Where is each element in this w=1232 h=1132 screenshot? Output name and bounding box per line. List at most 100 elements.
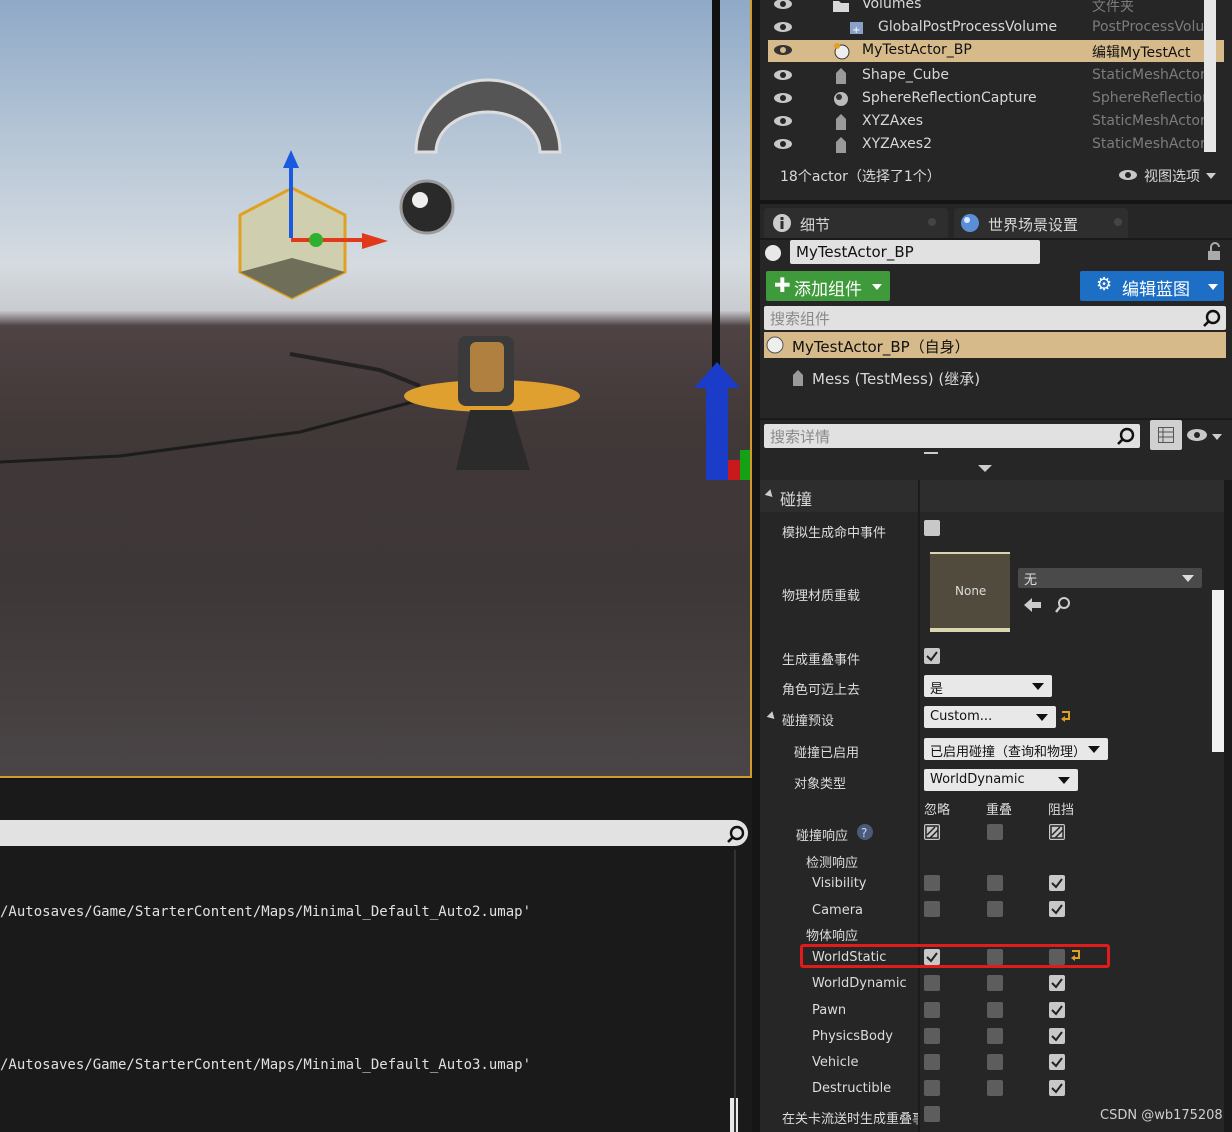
response-ignore-checkbox[interactable] — [924, 875, 940, 891]
lock-icon[interactable] — [1206, 242, 1222, 262]
search-details-input[interactable]: 搜索详情 — [764, 424, 1140, 448]
response-overlap-checkbox[interactable] — [987, 1054, 1003, 1070]
response-label: Destructible — [812, 1081, 892, 1096]
outliner-row[interactable]: Volumes 文件夹 — [768, 0, 1224, 16]
collision-enabled-dropdown[interactable]: 已启用碰撞（查询和物理） — [924, 738, 1108, 760]
tab-details[interactable]: 细节 — [764, 208, 948, 238]
streaming-overlap-checkbox[interactable] — [924, 1106, 940, 1122]
response-overlap-checkbox[interactable] — [987, 875, 1003, 891]
responses-ignore-all-checkbox[interactable] — [924, 824, 940, 840]
response-block-checkbox[interactable] — [1049, 901, 1065, 917]
edit-blueprint-button[interactable]: ⚙ 编辑蓝图 — [1080, 271, 1224, 301]
gen-overlap-checkbox[interactable] — [924, 648, 940, 664]
outliner-row-type: PostProcessVolu — [1092, 19, 1205, 35]
actor-sphere-icon — [765, 245, 781, 261]
outliner-row-name: Shape_Cube — [862, 67, 949, 83]
visibility-eye-icon[interactable] — [772, 43, 794, 57]
outliner-row-name: MyTestActor_BP — [862, 42, 972, 58]
response-overlap-checkbox[interactable] — [987, 1002, 1003, 1018]
visibility-eye-icon[interactable] — [772, 0, 794, 11]
reflection-capture-icon — [834, 92, 848, 106]
visibility-eye-icon[interactable] — [772, 68, 794, 82]
static-mesh-icon — [836, 68, 846, 84]
chevron-down-icon — [1212, 434, 1222, 440]
details-scrollbar[interactable] — [1212, 590, 1224, 752]
prop-label: 碰撞已启用 — [794, 746, 860, 761]
outliner-row[interactable]: MyTestActor_BP 编辑MyTestAct — [768, 40, 1224, 62]
response-overlap-checkbox[interactable] — [987, 1028, 1003, 1044]
responses-overlap-all-checkbox[interactable] — [987, 824, 1003, 840]
actor-name-field[interactable]: MyTestActor_BP — [790, 240, 1040, 264]
sim-hit-checkbox[interactable] — [924, 520, 940, 536]
response-block-checkbox[interactable] — [1049, 875, 1065, 891]
phys-mat-dropdown[interactable]: 无 — [1018, 568, 1202, 588]
visibility-eye-icon[interactable] — [772, 137, 794, 151]
response-ignore-checkbox[interactable] — [924, 1028, 940, 1044]
response-block-checkbox[interactable] — [1049, 1054, 1065, 1070]
outliner-scrollbar[interactable] — [1204, 0, 1216, 152]
column-header-overlap: 重叠 — [986, 803, 1013, 818]
tab-world-settings-label: 世界场景设置 — [988, 216, 1079, 234]
outliner-row-type: 编辑MyTestAct — [1092, 45, 1191, 61]
static-mesh-icon — [836, 137, 846, 153]
svg-text:?: ? — [861, 826, 867, 840]
response-ignore-checkbox[interactable] — [924, 1002, 940, 1018]
response-ignore-checkbox[interactable] — [924, 901, 940, 917]
visibility-eye-icon[interactable] — [772, 91, 794, 105]
section-collision-header[interactable]: 碰撞 — [760, 480, 1232, 512]
response-block-checkbox[interactable] — [1049, 1080, 1065, 1096]
reset-to-default-icon[interactable] — [1060, 710, 1072, 722]
use-selected-arrow-icon[interactable] — [1024, 597, 1042, 613]
response-overlap-checkbox[interactable] — [987, 901, 1003, 917]
search-components-input[interactable]: 搜索组件 — [764, 306, 1226, 330]
response-label: Visibility — [812, 876, 867, 891]
component-row-root[interactable]: MyTestActor_BP（自身） — [764, 332, 1226, 358]
log-filter-input[interactable] — [0, 820, 748, 846]
visibility-eye-icon[interactable] — [772, 114, 794, 128]
eye-icon[interactable] — [1186, 428, 1208, 442]
details-panel: 细节 世界场景设置 MyTestActor_BP ✚ 添加组件 ⚙ 编辑蓝图 搜… — [760, 204, 1232, 1132]
response-overlap-checkbox[interactable] — [987, 975, 1003, 991]
outliner-row[interactable]: + GlobalPostProcessVolume PostProcessVolu — [768, 17, 1224, 39]
collision-preset-dropdown[interactable]: Custom... — [924, 706, 1056, 728]
help-icon[interactable]: ? — [856, 823, 874, 841]
outliner-row[interactable]: Shape_Cube StaticMeshActor — [768, 65, 1224, 87]
z-axis-arrow — [706, 385, 728, 480]
viewport-scene — [0, 0, 750, 480]
response-ignore-checkbox[interactable] — [924, 1080, 940, 1096]
tab-world-settings[interactable]: 世界场景设置 — [954, 208, 1128, 238]
material-thumbnail[interactable]: None — [930, 552, 1010, 632]
can-step-dropdown[interactable]: 是 — [924, 675, 1052, 697]
response-block-checkbox[interactable] — [1049, 1002, 1065, 1018]
response-overlap-checkbox[interactable] — [987, 1080, 1003, 1096]
globe-icon — [961, 214, 979, 232]
prop-label: 碰撞预设 — [782, 714, 835, 729]
outliner-row[interactable]: XYZAxes StaticMeshActor — [768, 111, 1224, 133]
prop-label: 在关卡流送时生成重叠事 — [782, 1112, 918, 1127]
outliner-row[interactable]: XYZAxes2 StaticMeshActor — [768, 134, 1224, 156]
prop-label: 模拟生成命中事件 — [782, 526, 887, 541]
reset-to-default-icon[interactable] — [1070, 949, 1082, 961]
outliner-row[interactable]: SphereReflectionCapture SphereReflection — [768, 88, 1224, 110]
responses-block-all-checkbox[interactable] — [1049, 824, 1065, 840]
response-block-checkbox[interactable] — [1049, 1028, 1065, 1044]
visibility-eye-icon[interactable] — [772, 20, 794, 34]
response-ignore-checkbox[interactable] — [924, 975, 940, 991]
expand-arrow-icon[interactable] — [978, 465, 992, 472]
prop-label: 角色可迈上去 — [782, 683, 861, 698]
prop-label: 生成重叠事件 — [782, 653, 861, 668]
prop-label: 碰撞响应 — [796, 829, 849, 844]
response-ignore-checkbox[interactable] — [924, 1054, 940, 1070]
level-viewport[interactable] — [0, 0, 752, 778]
static-mesh-icon — [793, 370, 803, 386]
property-matrix-button[interactable] — [1150, 420, 1182, 450]
add-component-button[interactable]: ✚ 添加组件 — [766, 271, 890, 301]
outliner-row-type: StaticMeshActor — [1092, 67, 1206, 83]
search-icon — [1203, 309, 1221, 327]
prop-label: 物理材质重载 — [782, 589, 861, 604]
view-options-button[interactable]: 视图选项 — [1144, 166, 1200, 186]
browse-search-icon[interactable] — [1054, 596, 1072, 614]
response-block-checkbox[interactable] — [1049, 975, 1065, 991]
object-type-dropdown[interactable]: WorldDynamic — [924, 769, 1078, 791]
component-row-mesh[interactable]: Mess (TestMess) (继承) — [790, 366, 1090, 390]
